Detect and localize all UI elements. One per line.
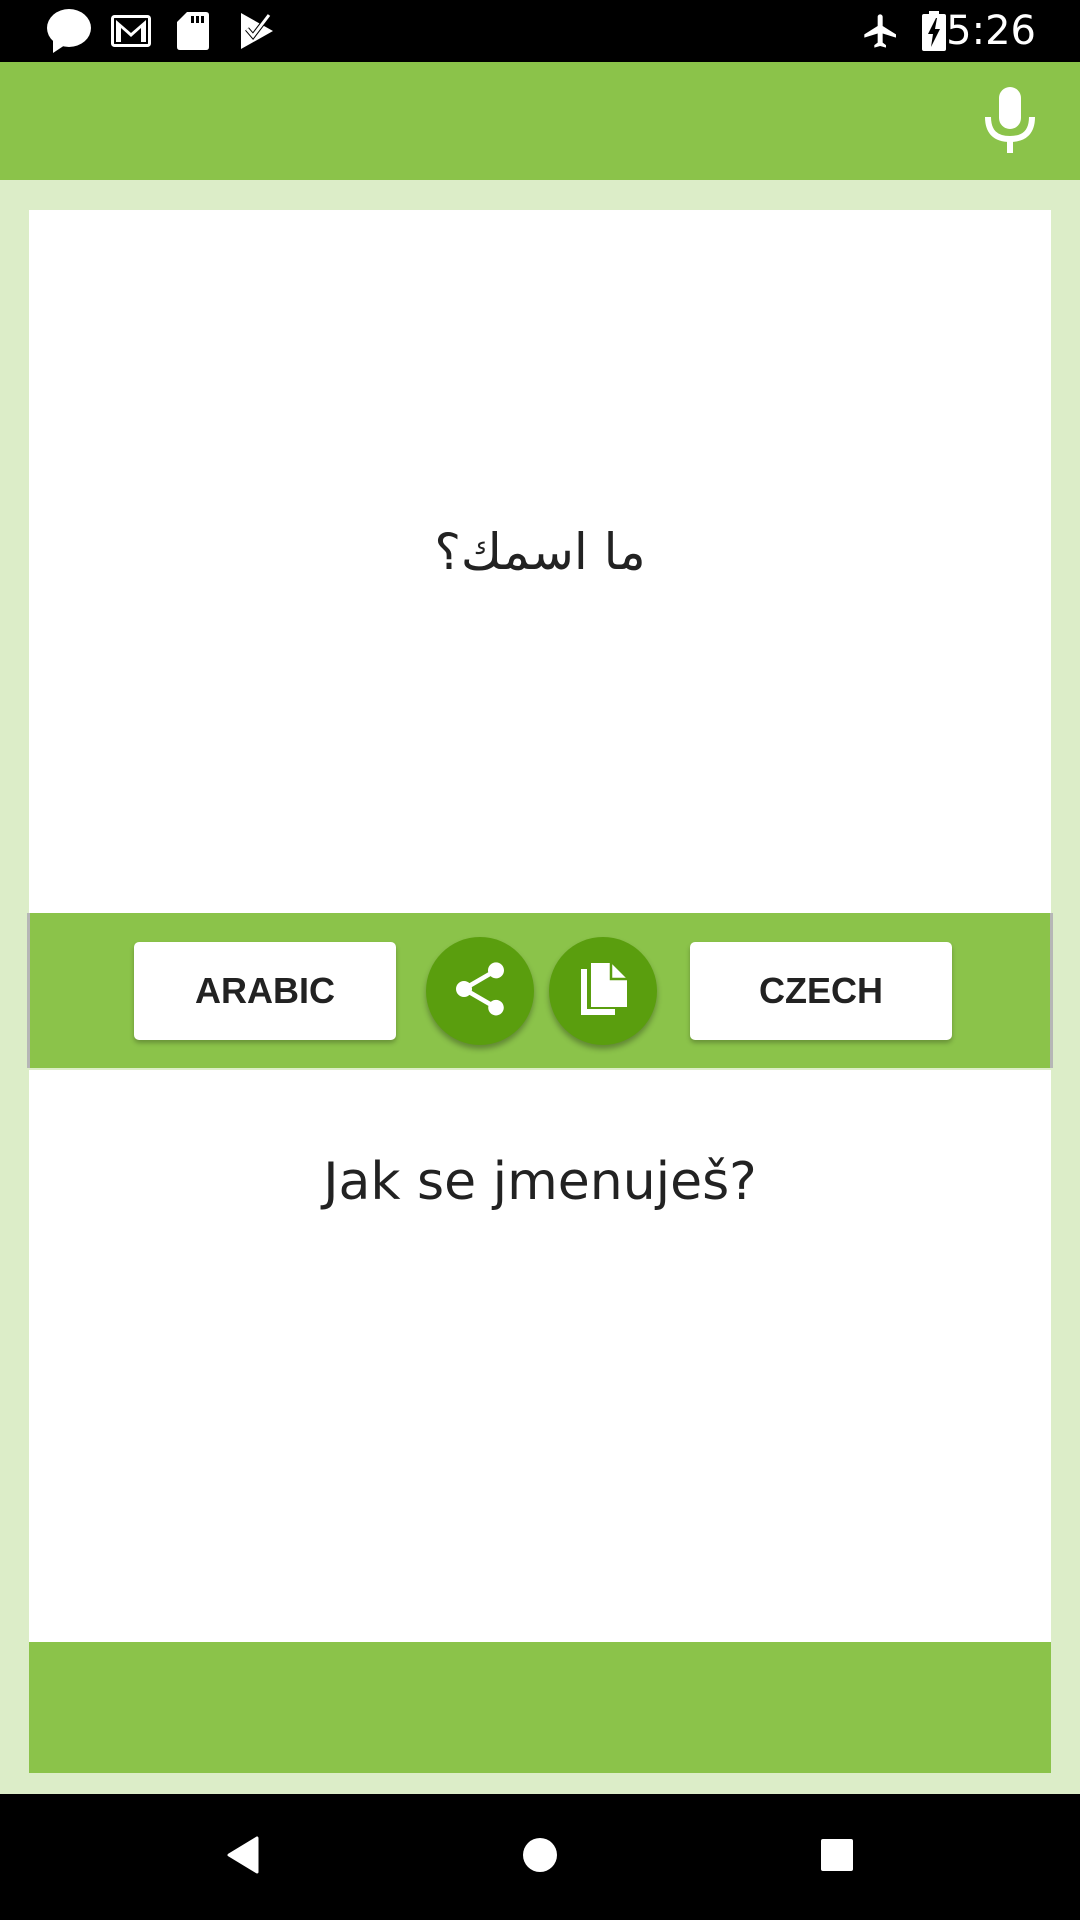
sd-card-icon xyxy=(176,8,210,54)
gmail-icon xyxy=(110,8,152,54)
language-bar: ARABIC CZECH xyxy=(27,913,1053,1068)
battery-charging-icon xyxy=(920,8,948,54)
play-store-check-icon xyxy=(240,8,276,54)
recents-icon xyxy=(820,1838,854,1877)
navigation-bar xyxy=(0,1794,1080,1920)
clock: 5:26 xyxy=(946,8,1036,54)
back-button[interactable] xyxy=(212,1827,272,1887)
copy-icon xyxy=(577,961,629,1022)
ad-banner[interactable] xyxy=(29,1642,1051,1773)
app-toolbar xyxy=(0,62,1080,180)
voice-input-button[interactable] xyxy=(970,82,1050,162)
microphone-icon xyxy=(984,86,1036,158)
airplane-mode-icon xyxy=(860,8,902,54)
home-button[interactable] xyxy=(510,1827,570,1887)
copy-button[interactable] xyxy=(549,937,657,1045)
source-text: ما اسمك؟ xyxy=(434,522,646,581)
source-language-button[interactable]: ARABIC xyxy=(134,942,396,1040)
share-icon xyxy=(448,957,512,1026)
home-icon xyxy=(522,1837,558,1878)
status-bar: 5:26 xyxy=(0,0,1080,62)
translated-text: Jak se jmenuješ? xyxy=(323,1152,757,1212)
message-icon xyxy=(44,8,94,54)
back-icon xyxy=(225,1836,259,1879)
translation-panel: Jak se jmenuješ? xyxy=(29,1070,1051,1642)
source-text-panel[interactable]: ما اسمك؟ xyxy=(29,210,1051,913)
target-language-button[interactable]: CZECH xyxy=(690,942,952,1040)
recents-button[interactable] xyxy=(807,1827,867,1887)
share-button[interactable] xyxy=(426,937,534,1045)
